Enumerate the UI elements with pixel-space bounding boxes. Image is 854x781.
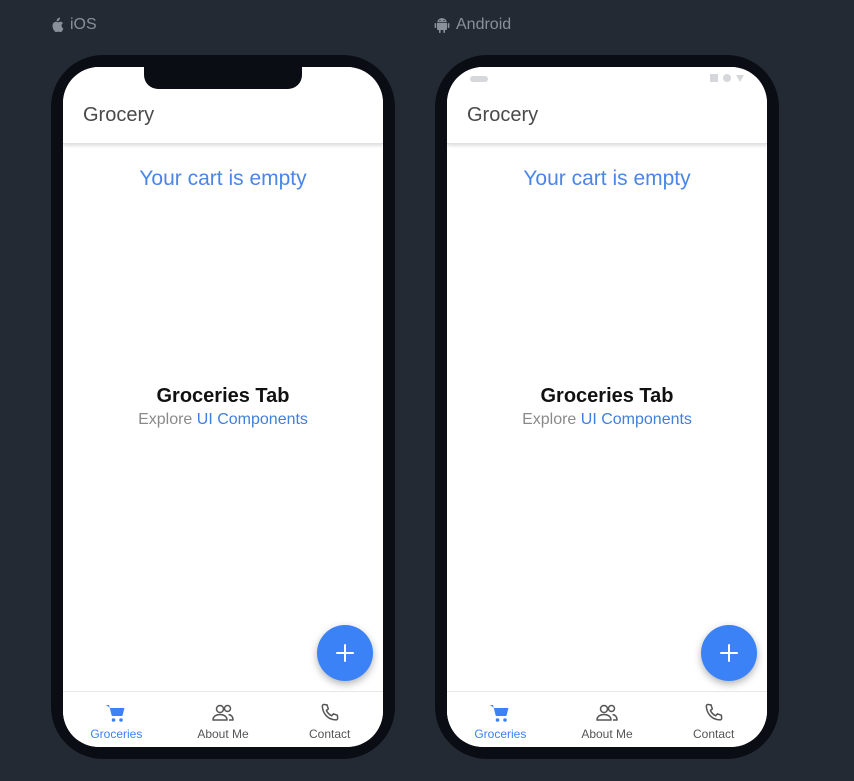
tab-label: Groceries	[474, 727, 527, 741]
ui-components-link[interactable]: UI Components	[197, 411, 308, 428]
tab-heading: Groceries Tab	[540, 385, 674, 407]
plus-icon	[335, 643, 355, 663]
android-icon	[434, 17, 450, 33]
android-platform-label: Android	[434, 15, 511, 35]
explore-prefix: Explore	[522, 411, 577, 428]
android-label-text: Android	[456, 16, 512, 33]
ios-screen: Grocery Your cart is empty Groceries Tab…	[63, 67, 383, 747]
apple-icon	[50, 17, 64, 33]
ios-label-text: iOS	[70, 16, 97, 33]
explore-line: Explore UI Components	[63, 411, 383, 429]
bottom-tab-bar: Groceries About Me Contact	[447, 691, 767, 747]
page-title: Grocery	[467, 104, 539, 126]
tab-heading: Groceries Tab	[156, 385, 290, 407]
android-screen: Grocery Your cart is empty Groceries Tab…	[447, 67, 767, 747]
explore-prefix: Explore	[138, 411, 193, 428]
cart-empty-message: Your cart is empty	[139, 167, 307, 190]
tab-contact[interactable]: Contact	[660, 692, 767, 747]
ui-components-link[interactable]: UI Components	[581, 411, 692, 428]
bottom-tab-bar: Groceries About Me Contact	[63, 691, 383, 747]
android-app-header: Grocery	[447, 67, 767, 144]
signal-icon	[736, 74, 744, 82]
people-icon	[211, 702, 235, 724]
tab-groceries[interactable]: Groceries	[63, 692, 170, 747]
cart-icon	[489, 702, 511, 724]
tab-label: Groceries	[90, 727, 143, 741]
people-icon	[595, 702, 619, 724]
tab-about-me[interactable]: About Me	[554, 692, 661, 747]
page-title: Grocery	[83, 104, 155, 126]
explore-line: Explore UI Components	[447, 411, 767, 429]
android-phone-frame: Grocery Your cart is empty Groceries Tab…	[435, 55, 779, 759]
tab-label: Contact	[309, 727, 351, 741]
ios-platform-label: iOS	[50, 15, 97, 35]
phone-icon	[703, 702, 725, 724]
tab-about-me[interactable]: About Me	[170, 692, 277, 747]
tab-label: About Me	[581, 727, 633, 741]
square-icon	[710, 74, 718, 82]
tab-contact[interactable]: Contact	[276, 692, 383, 747]
status-bar-pill	[470, 76, 488, 82]
add-button[interactable]	[317, 625, 373, 681]
tab-label: About Me	[197, 727, 249, 741]
cart-icon	[105, 702, 127, 724]
ios-phone-frame: Grocery Your cart is empty Groceries Tab…	[51, 55, 395, 759]
phone-icon	[319, 702, 341, 724]
tab-label: Contact	[693, 727, 735, 741]
add-button[interactable]	[701, 625, 757, 681]
plus-icon	[719, 643, 739, 663]
circle-icon	[723, 74, 731, 82]
status-bar-icons	[710, 74, 744, 82]
cart-empty-message: Your cart is empty	[523, 167, 691, 190]
tab-groceries[interactable]: Groceries	[447, 692, 554, 747]
ios-notch	[144, 67, 302, 89]
